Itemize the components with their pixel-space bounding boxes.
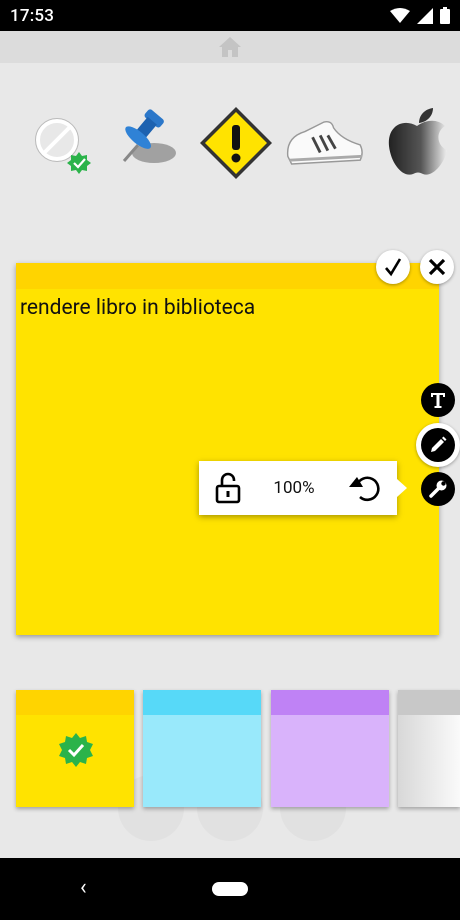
status-icons	[390, 7, 450, 24]
color-swatch-purple[interactable]	[271, 690, 389, 807]
wrench-button[interactable]	[421, 472, 455, 506]
top-bar	[0, 31, 460, 63]
back-icon[interactable]: ‹	[80, 875, 87, 900]
sneaker-sticker[interactable]	[284, 103, 364, 183]
swatch-header	[143, 690, 261, 715]
apple-sticker[interactable]	[378, 103, 458, 183]
tool-popup: 100%	[199, 461, 407, 515]
home-pill[interactable]	[212, 882, 248, 896]
apple-icon	[388, 107, 447, 175]
color-swatch-gray[interactable]	[398, 690, 460, 807]
note-text[interactable]: rendere libro in biblioteca	[20, 296, 255, 320]
selected-badge-icon	[59, 733, 93, 767]
battery-icon	[440, 7, 450, 24]
confirm-button[interactable]	[376, 250, 410, 284]
swatch-header	[271, 690, 389, 715]
warning-icon	[200, 107, 272, 179]
status-bar: 17:53	[0, 0, 460, 31]
clock: 17:53	[10, 5, 55, 26]
forbidden-icon	[35, 118, 91, 174]
pushpin-sticker[interactable]	[102, 103, 182, 183]
color-swatch-yellow[interactable]	[16, 690, 134, 807]
pushpin-icon	[122, 109, 176, 163]
sticky-note[interactable]: rendere libro in biblioteca	[16, 263, 439, 635]
close-button[interactable]	[420, 250, 454, 284]
checkmark-icon	[385, 258, 402, 277]
zoom-label[interactable]: 100%	[273, 478, 314, 498]
text-format-icon	[431, 393, 445, 408]
wifi-icon	[390, 7, 410, 23]
swatch-header	[16, 690, 134, 715]
unlock-icon[interactable]	[215, 472, 241, 504]
swatch-header	[398, 690, 460, 715]
pencil-button[interactable]	[421, 428, 455, 462]
sneaker-icon	[286, 120, 363, 165]
rotate-icon[interactable]	[347, 473, 381, 503]
sticker-row	[0, 103, 460, 183]
workspace: rendere libro in biblioteca 100%	[0, 63, 460, 858]
color-palette	[16, 690, 460, 808]
color-swatch-cyan[interactable]	[143, 690, 261, 807]
warning-sign-sticker[interactable]	[196, 103, 276, 183]
pencil-icon	[431, 436, 447, 452]
close-icon	[428, 258, 446, 276]
wrench-icon	[429, 480, 447, 498]
signal-icon	[417, 7, 433, 24]
text-format-button[interactable]	[421, 383, 455, 417]
home-icon[interactable]	[218, 36, 242, 58]
forbidden-verified-sticker[interactable]	[22, 103, 102, 183]
navigation-bar: ‹	[0, 858, 460, 920]
